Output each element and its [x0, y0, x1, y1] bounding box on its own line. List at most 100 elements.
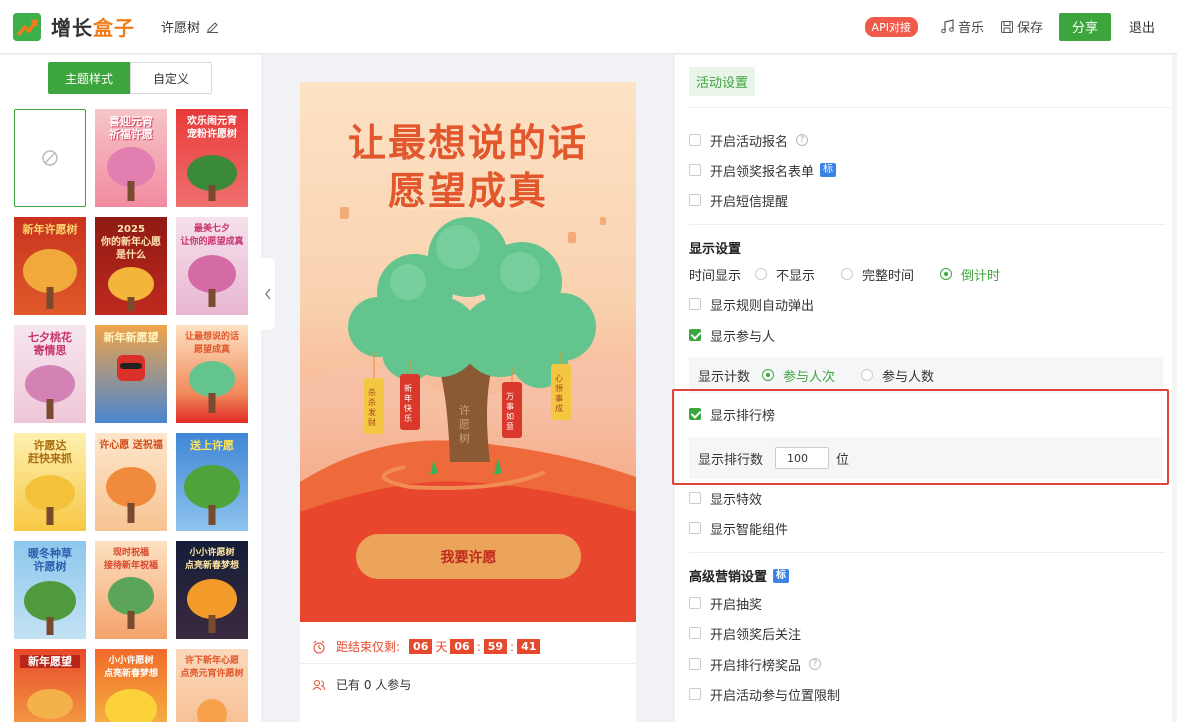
wish-tag-3: 万事如意 [506, 392, 514, 431]
divider [689, 107, 1177, 108]
radio-count-people[interactable] [861, 369, 874, 381]
countdown-prefix: 距结束仅剩: [336, 640, 401, 654]
display-settings-title: 显示设置 [689, 242, 742, 257]
preview-title-line1: 让最想说的话 [347, 120, 588, 165]
countdown-days: 06 [409, 639, 433, 654]
users-icon [312, 679, 326, 690]
theme-thumb-none[interactable] [14, 109, 86, 207]
help-question-icon[interactable]: ? [796, 134, 809, 146]
option-smart-component[interactable]: 显示智能组件 [689, 518, 788, 538]
edit-pencil-icon[interactable] [206, 20, 219, 33]
chevron-left-icon [265, 288, 271, 300]
preview-title-line2: 愿望成真 [387, 168, 548, 213]
option-lottery[interactable]: 开启抽奖 [689, 593, 762, 613]
theme-thumb-yellow[interactable]: 许愿达 赶快来抓 [14, 433, 86, 531]
divider [689, 224, 1165, 225]
option-ranking-prize[interactable]: 开启排行榜奖品 ? [689, 654, 822, 674]
tab-custom[interactable]: 自定义 [130, 62, 212, 94]
checkbox[interactable] [689, 134, 701, 146]
theme-thumb-peach[interactable]: 七夕桃花 寄情思 [14, 325, 86, 423]
countdown-hours: 06 [450, 639, 474, 654]
checkbox[interactable] [689, 164, 701, 176]
wish-tag-1: 杀杀发财 [368, 388, 376, 427]
tab-theme-style[interactable]: 主题样式 [48, 62, 130, 94]
radio-count-times[interactable] [762, 369, 775, 381]
theme-thumb-lamp[interactable]: 许下新年心愿 点亮元宵许愿树 [176, 649, 248, 722]
checkbox[interactable] [689, 627, 701, 639]
checkbox[interactable] [689, 522, 701, 534]
option-follow-after-prize[interactable]: 开启领奖后关注 [689, 623, 801, 643]
theme-thumb-qixi[interactable]: 最美七夕 让你的愿望成真 [176, 217, 248, 315]
logo-chart-icon [13, 12, 41, 41]
time-display-label: 时间显示 [689, 268, 742, 284]
participants-row: 已有 0 人参与 [312, 676, 411, 693]
checkbox-checked[interactable] [689, 329, 701, 341]
standard-tag-badge: 标 [820, 163, 837, 177]
option-show-effects[interactable]: 显示特效 [689, 488, 762, 508]
checkbox[interactable] [689, 194, 701, 206]
help-question-icon[interactable]: ? [809, 658, 822, 670]
theme-thumb-party[interactable]: 欢乐闹元宵 宠粉许愿树 [176, 109, 248, 207]
footer-divider [300, 663, 636, 664]
countdown-row: 距结束仅剩: 06 天 06: 59: 41 [312, 638, 543, 655]
theme-thumb-2025[interactable]: 2025 你的新年心愿 是什么 [95, 217, 167, 315]
exit-button[interactable]: 退出 [1129, 17, 1155, 36]
advanced-settings-title: 高级营销设置 标 [689, 566, 790, 585]
checkbox[interactable] [689, 658, 701, 670]
countdown-day-unit: 天 [435, 640, 448, 654]
mobile-preview: 让最想说的话 愿望成真 许愿树 杀杀发财 新年快乐 万事如意 心想事成 我要许愿 [300, 82, 636, 622]
top-header: 增长盒子 许愿树 API对接 音乐 保存 分享 退出 [0, 0, 1177, 54]
theme-thumb-door[interactable]: 新年愿望 [14, 649, 86, 722]
prohibited-icon [42, 150, 58, 166]
theme-panel: 主题样式 自定义 喜迎元宵 祈福许愿 欢乐闹元宵 宠粉许愿树 新年许愿树 2025 你… [0, 55, 261, 722]
theme-thumb-dark[interactable]: 小小许愿树 点亮新春梦想 [176, 541, 248, 639]
save-button[interactable]: 保存 [1000, 17, 1043, 36]
radio-time-full[interactable] [841, 268, 854, 280]
tab-activity-settings[interactable]: 活动设置 [689, 67, 756, 96]
option-location-limit[interactable]: 开启活动参与位置限制 [689, 684, 840, 704]
preview-footer: 距结束仅剩: 06 天 06: 59: 41 已有 0 人参与 [300, 622, 636, 722]
theme-thumb-coin[interactable]: 现时祝福 接待新年祝福 [95, 541, 167, 639]
activity-title[interactable]: 许愿树 [161, 17, 219, 36]
radio-time-countdown[interactable] [940, 268, 953, 280]
checkbox[interactable] [689, 492, 701, 504]
music-note-icon [941, 19, 954, 34]
checkbox[interactable] [689, 298, 701, 310]
time-display-row: 时间显示 不显示 完整时间 倒计时 [689, 264, 1000, 284]
countdown-seconds: 41 [517, 639, 541, 654]
option-show-participants[interactable]: 显示参与人 [689, 325, 775, 345]
settings-scrollbar[interactable] [1172, 55, 1177, 722]
countdown-minutes: 59 [483, 639, 508, 654]
floppy-disk-icon [1000, 20, 1013, 33]
theme-thumb-current[interactable]: 让最想说的话 愿望成真 [176, 325, 248, 423]
theme-thumb-blue[interactable]: 送上许愿 [176, 433, 248, 531]
option-prize-form[interactable]: 开启领奖报名表单 标 [689, 160, 837, 180]
option-sms-reminder[interactable]: 开启短信提醒 [689, 190, 788, 210]
theme-thumb-lantern[interactable]: 喜迎元宵 祈福许愿 [95, 109, 167, 207]
participants-text: 已有 0 人参与 [336, 678, 412, 692]
music-label: 音乐 [957, 21, 984, 36]
option-rules-popup[interactable]: 显示规则自动弹出 [689, 294, 814, 314]
wish-tag-4: 心想事成 [555, 374, 563, 413]
theme-thumb-winter[interactable]: 暖冬种草 许愿树 [14, 541, 86, 639]
logo-text: 增长盒子 [51, 16, 135, 40]
option-enable-signup[interactable]: 开启活动报名 ? [689, 130, 809, 150]
theme-thumb-newyear[interactable]: 新年许愿树 [14, 217, 86, 315]
collapse-panel-button[interactable] [261, 258, 275, 330]
music-button[interactable]: 音乐 [940, 17, 984, 36]
share-button[interactable]: 分享 [1058, 12, 1111, 41]
activity-title-text: 许愿树 [161, 21, 201, 36]
standard-tag-badge: 标 [773, 568, 790, 583]
radio-time-none[interactable] [755, 268, 768, 280]
alarm-clock-icon [313, 640, 325, 653]
ranking-highlight-box [672, 389, 1169, 485]
theme-thumb-orange[interactable]: 许心愿 送祝福 [95, 433, 167, 531]
theme-thumb-snake[interactable]: 新年新愿望 [95, 325, 167, 423]
theme-thumb-gold[interactable]: 小小许愿树 点亮新春梦想 [95, 649, 167, 722]
make-wish-button[interactable]: 我要许愿 [356, 534, 581, 579]
checkbox[interactable] [689, 688, 701, 700]
api-integration-badge[interactable]: API对接 [864, 16, 918, 37]
trunk-text: 许愿树 [459, 404, 470, 445]
app-logo[interactable]: 增长盒子 [13, 12, 135, 41]
checkbox[interactable] [689, 597, 701, 609]
